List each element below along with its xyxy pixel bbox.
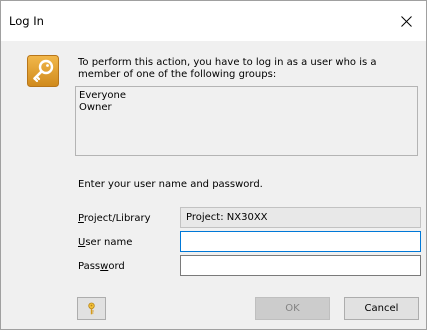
list-item: Everyone xyxy=(79,90,127,101)
user-name-label: User name xyxy=(78,237,133,248)
close-button[interactable] xyxy=(386,1,426,41)
project-library-field: Project: NX30XX xyxy=(180,207,421,228)
title-bar: Log In xyxy=(1,1,426,41)
key-icon xyxy=(27,55,59,87)
login-dialog: Log In To perform this action, you have … xyxy=(0,0,427,330)
password-input[interactable] xyxy=(180,255,421,276)
project-library-label: Project/Library xyxy=(78,213,151,224)
credentials-prompt: Enter your user name and password. xyxy=(78,179,263,190)
close-icon xyxy=(400,15,412,27)
permission-message: To perform this action, you have to log … xyxy=(78,57,377,80)
password-label: Password xyxy=(78,261,125,272)
key-icon xyxy=(88,302,95,315)
cancel-button[interactable]: Cancel xyxy=(344,297,419,320)
window-title: Log In xyxy=(9,14,44,28)
ok-button[interactable]: OK xyxy=(255,297,330,320)
user-name-input[interactable] xyxy=(180,231,421,252)
list-item: Owner xyxy=(79,101,112,113)
help-key-button[interactable] xyxy=(77,297,106,320)
groups-list: Everyone Owner xyxy=(75,86,418,156)
